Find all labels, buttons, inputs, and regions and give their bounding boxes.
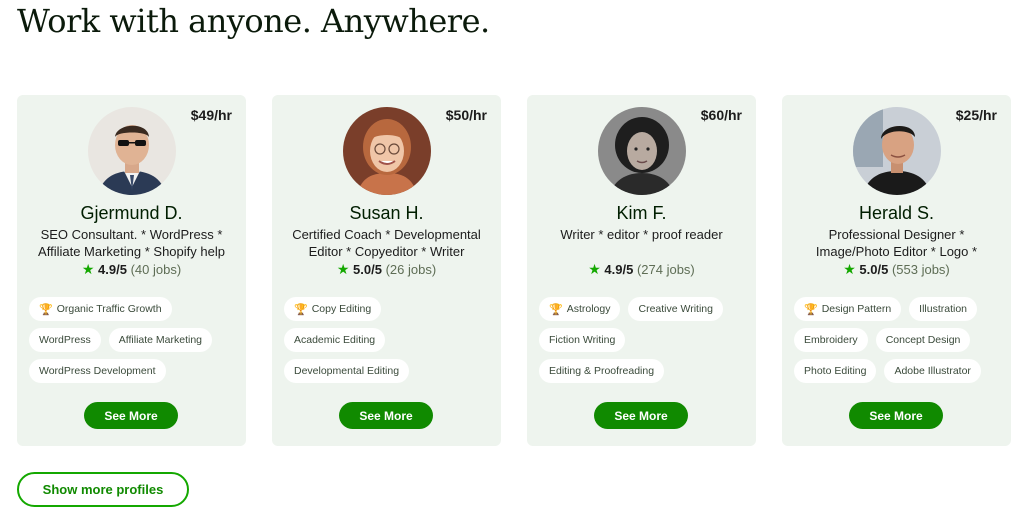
skill-list: 🏆 Organic Traffic Growth WordPress Affili…	[29, 297, 238, 390]
skill-list: 🏆 Astrology Creative Writing Fiction Writ…	[539, 297, 748, 390]
skill-chip[interactable]: Fiction Writing	[539, 328, 626, 352]
rating: ★ 5.0/5 (553 jobs)	[782, 261, 1011, 278]
see-more-button[interactable]: See More	[339, 402, 433, 429]
freelancer-title: SEO Consultant. * WordPress * Affiliate …	[38, 227, 225, 259]
skill-label: Design Pattern	[821, 303, 892, 315]
rating-score: 5.0/5	[353, 262, 382, 277]
hourly-rate: $60/hr	[700, 107, 742, 123]
skill-label: Fiction Writing	[549, 334, 616, 346]
freelancer-title: Writer * editor * proof reader	[560, 227, 723, 242]
page-headline: Work with anyone. Anywhere.	[17, 2, 490, 40]
freelancer-name: Kim F.	[616, 203, 667, 223]
skill-chip[interactable]: Illustration	[909, 297, 978, 321]
freelancer-name: Herald S.	[858, 203, 935, 223]
skill-list: 🏆 Copy Editing Academic Editing Developme…	[284, 297, 493, 390]
rating: ★ 4.9/5 (274 jobs)	[527, 261, 756, 278]
see-more-button[interactable]: See More	[84, 402, 178, 429]
skill-label: WordPress	[39, 334, 91, 346]
skill-chip[interactable]: WordPress	[29, 328, 101, 352]
trophy-icon: 🏆	[294, 303, 308, 316]
skill-list: 🏆 Design Pattern Illustration Embroidery …	[794, 297, 1003, 390]
show-more-profiles-button[interactable]: Show more profiles	[17, 472, 189, 507]
freelancer-cards: $49/hr Gjermund D. SEO Consultant. * Wor…	[17, 95, 1013, 447]
skill-chip[interactable]: 🏆 Design Pattern	[794, 297, 902, 321]
avatar[interactable]	[88, 107, 176, 195]
job-count: (553 jobs)	[891, 262, 950, 277]
rating: ★ 4.9/5 (40 jobs)	[17, 261, 246, 278]
skill-chip[interactable]: Editing & Proofreading	[539, 359, 665, 383]
job-count: (40 jobs)	[130, 262, 182, 277]
avatar[interactable]	[853, 107, 941, 195]
skill-chip[interactable]: Photo Editing	[794, 359, 877, 383]
skill-label: Developmental Editing	[294, 365, 400, 377]
freelancer-card: $60/hr Kim F. Writer * editor * proof re…	[527, 95, 756, 446]
hourly-rate: $49/hr	[190, 107, 232, 123]
skill-chip[interactable]: 🏆 Astrology	[539, 297, 621, 321]
rating-score: 5.0/5	[859, 262, 889, 277]
trophy-icon: 🏆	[804, 303, 818, 316]
skill-chip[interactable]: WordPress Development	[29, 359, 166, 383]
rating-score: 4.9/5	[98, 262, 127, 277]
skill-label: Astrology	[566, 303, 611, 315]
freelancer-card: $49/hr Gjermund D. SEO Consultant. * Wor…	[17, 95, 246, 446]
rating-score: 4.9/5	[604, 262, 634, 277]
skill-label: Photo Editing	[804, 365, 867, 377]
star-icon: ★	[843, 261, 856, 277]
trophy-icon: 🏆	[549, 303, 563, 316]
see-more-button[interactable]: See More	[849, 402, 943, 429]
skill-label: Academic Editing	[294, 334, 376, 346]
trophy-icon: 🏆	[39, 303, 53, 316]
job-count: (26 jobs)	[385, 262, 437, 277]
skill-chip[interactable]: Creative Writing	[628, 297, 723, 321]
avatar[interactable]	[343, 107, 431, 195]
skill-chip[interactable]: Developmental Editing	[284, 359, 410, 383]
skill-label: Organic Traffic Growth	[56, 303, 162, 315]
hourly-rate: $25/hr	[955, 107, 997, 123]
skill-label: Concept Design	[885, 334, 961, 346]
see-more-button[interactable]: See More	[594, 402, 688, 429]
star-icon: ★	[336, 261, 350, 277]
skill-label: WordPress Development	[39, 365, 156, 377]
freelancer-card: $50/hr Susan H. Certified Coach * Develo…	[272, 95, 501, 446]
skill-chip[interactable]: 🏆 Organic Traffic Growth	[29, 297, 172, 321]
star-icon: ★	[588, 261, 601, 277]
freelancer-card: $25/hr Herald S. Professional Designer *…	[782, 95, 1011, 446]
skill-label: Creative Writing	[638, 303, 713, 315]
job-count: (274 jobs)	[636, 262, 695, 277]
rating: ★ 5.0/5 (26 jobs)	[272, 261, 501, 278]
freelancer-title: Professional Designer * Image/Photo Edit…	[815, 227, 978, 259]
skill-chip[interactable]: Embroidery	[794, 328, 868, 352]
avatar[interactable]	[598, 107, 686, 195]
skill-label: Affiliate Marketing	[118, 334, 203, 346]
skill-chip[interactable]: Adobe Illustrator	[884, 359, 981, 383]
skill-chip[interactable]: Academic Editing	[284, 328, 386, 352]
skill-chip[interactable]: Affiliate Marketing	[108, 328, 213, 352]
freelancer-name: Susan H.	[349, 203, 424, 223]
freelancer-title: Certified Coach * Developmental Editor *…	[292, 227, 481, 259]
skill-chip[interactable]: 🏆 Copy Editing	[284, 297, 382, 321]
hourly-rate: $50/hr	[445, 107, 487, 123]
star-icon: ★	[81, 261, 95, 277]
skill-label: Illustration	[919, 303, 968, 315]
freelancer-name: Gjermund D.	[80, 203, 183, 223]
skill-label: Editing & Proofreading	[549, 365, 655, 377]
skill-chip[interactable]: Concept Design	[875, 328, 971, 352]
skill-label: Adobe Illustrator	[894, 365, 971, 377]
skill-label: Embroidery	[804, 334, 858, 346]
skill-label: Copy Editing	[311, 303, 372, 315]
